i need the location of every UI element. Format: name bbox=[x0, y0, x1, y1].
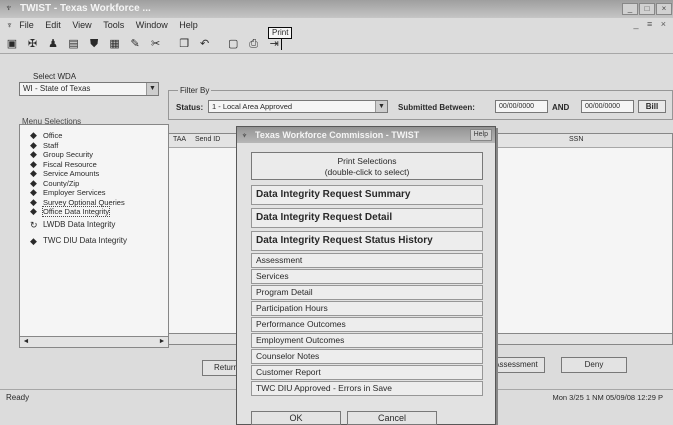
app-icon: ♆ bbox=[241, 130, 248, 140]
tree-item-group-security[interactable]: ◆ Group Security bbox=[30, 149, 127, 160]
menu-selections-tree: ◆ Office ◆ Staff ◆ Group Security ◆ Fiscal R… bbox=[19, 124, 169, 348]
pen-icon[interactable]: ✎ bbox=[128, 37, 142, 51]
print-icon[interactable]: ⎙ bbox=[247, 37, 261, 51]
menu-help[interactable]: Help bbox=[179, 20, 198, 30]
date-to-field[interactable]: 00/00/0000 bbox=[581, 100, 634, 113]
diamond-icon: ◆ bbox=[30, 235, 37, 246]
print-tooltip: Print bbox=[268, 27, 293, 39]
menu-view[interactable]: View bbox=[72, 20, 91, 30]
close-button[interactable]: × bbox=[656, 3, 672, 15]
toolbar: ▣ ✠ ♟ ▤ ⛊ ▦ ✎ ✂ ❐ ↶ ▢ ⎙ ⇥ bbox=[0, 34, 673, 54]
and-label: AND bbox=[552, 103, 570, 112]
menu-window[interactable]: Window bbox=[136, 20, 168, 30]
tree-item-staff[interactable]: ◆ Staff bbox=[30, 140, 127, 151]
title-bar: ♆ TWIST - Texas Workforce ... bbox=[0, 0, 673, 18]
tree-item-county-zip[interactable]: ◆ County/Zip bbox=[30, 178, 127, 189]
copy-icon[interactable]: ❐ bbox=[177, 37, 191, 51]
application-window: ♆ TWIST - Texas Workforce ... _ □ × ♆ Fi… bbox=[0, 0, 673, 425]
select-wda-value: WI - State of Texas bbox=[23, 84, 91, 93]
refresh-icon: ↻ bbox=[30, 219, 38, 230]
option-employment-outcomes[interactable]: Employment Outcomes bbox=[251, 333, 483, 348]
bill-button[interactable]: Bill bbox=[638, 100, 666, 113]
print-selections-title: Print Selections bbox=[337, 156, 397, 166]
deny-button[interactable]: Deny bbox=[561, 357, 627, 373]
tree-item-lwdb-data-integrity[interactable]: ↻ LWDB Data Integrity bbox=[30, 217, 127, 233]
status-text: Ready bbox=[6, 393, 30, 402]
option-counselor-notes[interactable]: Counselor Notes bbox=[251, 349, 483, 364]
print-selections-hint: (double-click to select) bbox=[324, 167, 410, 177]
cut-icon[interactable]: ✂ bbox=[149, 37, 163, 51]
dialog-title: Texas Workforce Commission - TWIST bbox=[255, 130, 420, 140]
option-program-detail[interactable]: Program Detail bbox=[251, 285, 483, 300]
status-label: Status: bbox=[176, 103, 204, 112]
menu-file[interactable]: File bbox=[19, 20, 34, 30]
status-info: Mon 3/25 1 NM 05/09/08 12:29 P bbox=[552, 393, 664, 402]
tree-item-twc-diu-data-integrity[interactable]: ◆ TWC DIU Data Integrity bbox=[30, 233, 127, 249]
filter-by-label: Filter By bbox=[178, 86, 212, 95]
tree-item-employer-services[interactable]: ◆ Employer Services bbox=[30, 187, 127, 198]
date-from-field[interactable]: 00/00/0000 bbox=[495, 100, 548, 113]
option-assessment[interactable]: Assessment bbox=[251, 253, 483, 268]
undo-icon[interactable]: ↶ bbox=[198, 37, 212, 51]
status-value: 1 - Local Area Approved bbox=[212, 102, 293, 111]
tree-list: ◆ Office ◆ Staff ◆ Group Security ◆ Fiscal R… bbox=[30, 130, 127, 249]
maximize-button[interactable]: □ bbox=[639, 3, 655, 15]
select-wda-dropdown[interactable]: WI - State of Texas ▼ bbox=[19, 82, 159, 96]
tree-item-fiscal-resource[interactable]: ◆ Fiscal Resource bbox=[30, 159, 127, 170]
left-horizontal-scrollbar[interactable]: ◄ ► bbox=[19, 336, 169, 348]
column-header-taa[interactable]: TAA bbox=[173, 136, 186, 143]
option-twc-diu-approved[interactable]: TWC DIU Approved - Errors in Save bbox=[251, 381, 483, 396]
option-customer-report[interactable]: Customer Report bbox=[251, 365, 483, 380]
option-request-summary[interactable]: Data Integrity Request Summary bbox=[251, 185, 483, 205]
cancel-button[interactable]: Cancel bbox=[347, 411, 437, 425]
print-selections-header: Print Selections (double-click to select… bbox=[251, 152, 483, 180]
dialog-title-bar: ♆ Texas Workforce Commission - TWIST bbox=[237, 127, 495, 143]
document-icon: ♆ bbox=[6, 20, 13, 30]
tooltip-pointer bbox=[281, 39, 282, 50]
column-header-send-id[interactable]: Send ID bbox=[195, 136, 220, 143]
grid-icon[interactable]: ▦ bbox=[108, 37, 122, 51]
shield-icon[interactable]: ⛊ bbox=[87, 37, 101, 51]
menu-edit[interactable]: Edit bbox=[45, 20, 61, 30]
save-icon[interactable]: ▣ bbox=[5, 37, 19, 51]
minimize-button[interactable]: _ bbox=[622, 3, 638, 15]
status-dropdown[interactable]: 1 - Local Area Approved ▼ bbox=[208, 100, 388, 113]
select-wda-label: Select WDA bbox=[33, 72, 77, 81]
option-performance-outcomes[interactable]: Performance Outcomes bbox=[251, 317, 483, 332]
tree-item-survey-optional-queries[interactable]: ◆ Survey Optional Queries bbox=[30, 197, 127, 208]
menu-tools[interactable]: Tools bbox=[103, 20, 124, 30]
print-dialog: ♆ Texas Workforce Commission - TWIST Hel… bbox=[236, 126, 496, 425]
people-icon[interactable]: ♟ bbox=[46, 37, 60, 51]
mdi-controls[interactable]: _ ≡ × bbox=[633, 19, 669, 29]
scroll-right-icon[interactable]: ► bbox=[156, 337, 168, 347]
chart-icon[interactable]: ▤ bbox=[67, 37, 81, 51]
option-services[interactable]: Services bbox=[251, 269, 483, 284]
option-request-status-history[interactable]: Data Integrity Request Status History bbox=[251, 231, 483, 251]
scroll-left-icon[interactable]: ◄ bbox=[20, 337, 32, 347]
chevron-down-icon[interactable]: ▼ bbox=[146, 83, 158, 95]
option-request-detail[interactable]: Data Integrity Request Detail bbox=[251, 208, 483, 228]
submitted-between-label: Submitted Between: bbox=[398, 103, 475, 112]
option-participation-hours[interactable]: Participation Hours bbox=[251, 301, 483, 316]
diamond-icon: ◆ bbox=[30, 206, 37, 216]
tools-icon[interactable]: ✠ bbox=[26, 37, 40, 51]
window-title: TWIST - Texas Workforce ... bbox=[20, 3, 151, 14]
exit-icon[interactable]: ⇥ bbox=[267, 37, 281, 51]
column-header-ssn[interactable]: SSN bbox=[569, 136, 583, 143]
tree-item-office-data-integrity[interactable]: ◆ Office Data Integrity bbox=[30, 206, 127, 217]
document-icon[interactable]: ▢ bbox=[226, 37, 240, 51]
help-button[interactable]: Help bbox=[469, 129, 492, 141]
tree-item-office[interactable]: ◆ Office bbox=[30, 130, 127, 141]
chevron-down-icon[interactable]: ▼ bbox=[375, 101, 387, 112]
menu-bar: ♆ File Edit View Tools Window Help bbox=[0, 18, 673, 34]
ok-button[interactable]: OK bbox=[251, 411, 341, 425]
app-icon: ♆ bbox=[5, 3, 13, 14]
tree-item-service-amounts[interactable]: ◆ Service Amounts bbox=[30, 168, 127, 179]
